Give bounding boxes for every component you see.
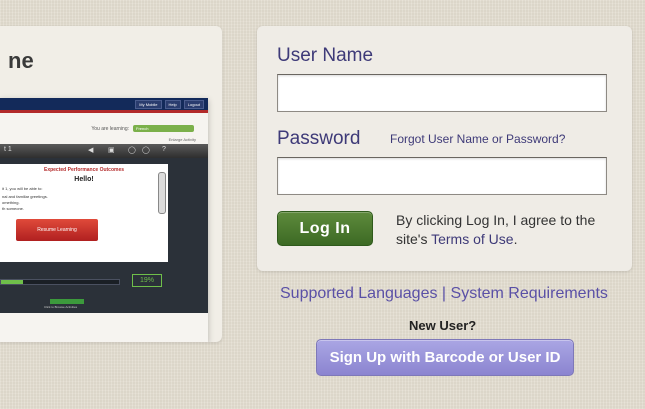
promo-heading: ne <box>8 48 34 73</box>
new-user-label: New User? <box>409 318 477 333</box>
screenshot-scrollbar <box>158 172 166 214</box>
login-button[interactable]: Log In <box>277 211 373 246</box>
screenshot-learning-row: You are learning: French <box>91 125 194 132</box>
screenshot-progress-track <box>0 279 120 285</box>
screenshot-help-icon: ? <box>162 146 166 153</box>
username-label: User Name <box>277 45 374 66</box>
screenshot-outcome-line: th someone. <box>2 206 25 211</box>
support-links: Supported Languages | System Requirement… <box>280 285 608 303</box>
signup-button[interactable]: Sign Up with Barcode or User ID <box>316 339 574 376</box>
screenshot-outcome-line: nal and familiar greetings. <box>2 194 48 199</box>
screenshot-outcome-line: omething. <box>2 200 20 205</box>
screenshot-refresh-icon: ◯ <box>142 147 150 154</box>
password-input[interactable] <box>277 157 607 195</box>
password-label: Password <box>277 128 361 149</box>
forgot-credentials-link[interactable]: Forgot User Name or Password? <box>390 132 565 146</box>
screenshot-outcome-card: Expected Performance Outcomes Hello! it … <box>0 164 168 262</box>
screenshot-topbar: My Mobile Help Logout <box>0 98 208 113</box>
terms-agreement-suffix: . <box>513 231 518 247</box>
screenshot-activity-panel: Expected Performance Outcomes Hello! it … <box>0 158 208 313</box>
screenshot-outcome-title: Expected Performance Outcomes <box>43 167 125 173</box>
screenshot-progress-percent: 19% <box>132 274 162 287</box>
screenshot-nav: My Mobile Help Logout <box>135 100 204 109</box>
screenshot-resume-button: Resume Learning <box>16 219 98 241</box>
screenshot-outcome-hello: Hello! <box>74 176 94 183</box>
screenshot-progress-fill <box>1 280 24 284</box>
screenshot-activity-bar: t 1 ◀ ▣ ◯ ◯ ? <box>0 144 208 158</box>
screenshot-nav-logout: Logout <box>183 100 204 109</box>
terms-of-use-link[interactable]: Terms of Use <box>431 231 513 247</box>
login-panel: User Name Password Forgot User Name or P… <box>257 26 632 271</box>
screenshot-chat-icon: ▣ <box>108 147 115 154</box>
screenshot-nav-help: Help <box>164 100 181 109</box>
supported-languages-link[interactable]: Supported Languages <box>280 285 437 302</box>
screenshot-browse-tab <box>50 299 84 304</box>
screenshot-outcome-line: it 1, you will be able to: <box>2 186 43 191</box>
username-input[interactable] <box>277 74 607 112</box>
screenshot-learning-select: French <box>133 125 194 132</box>
link-separator: | <box>437 285 451 302</box>
screenshot-circle-icon: ◯ <box>128 147 136 154</box>
promo-card: ne My Mobile Help Logout You are learnin… <box>0 26 222 342</box>
screenshot-enlarge: Enlarge Activity <box>168 137 196 142</box>
screenshot-activity-label: t 1 <box>4 146 12 153</box>
screenshot-learning-label: You are learning: <box>91 125 129 132</box>
screenshot-nav-mobile: My Mobile <box>135 100 162 109</box>
screenshot-browse-label: Click to Browse Activities <box>44 305 78 309</box>
screenshot-prev-icon: ◀ <box>88 147 94 154</box>
terms-agreement-text: By clicking Log In, I agree to the site'… <box>396 211 616 249</box>
system-requirements-link[interactable]: System Requirements <box>451 285 608 302</box>
product-screenshot: My Mobile Help Logout You are learning: … <box>0 98 208 342</box>
